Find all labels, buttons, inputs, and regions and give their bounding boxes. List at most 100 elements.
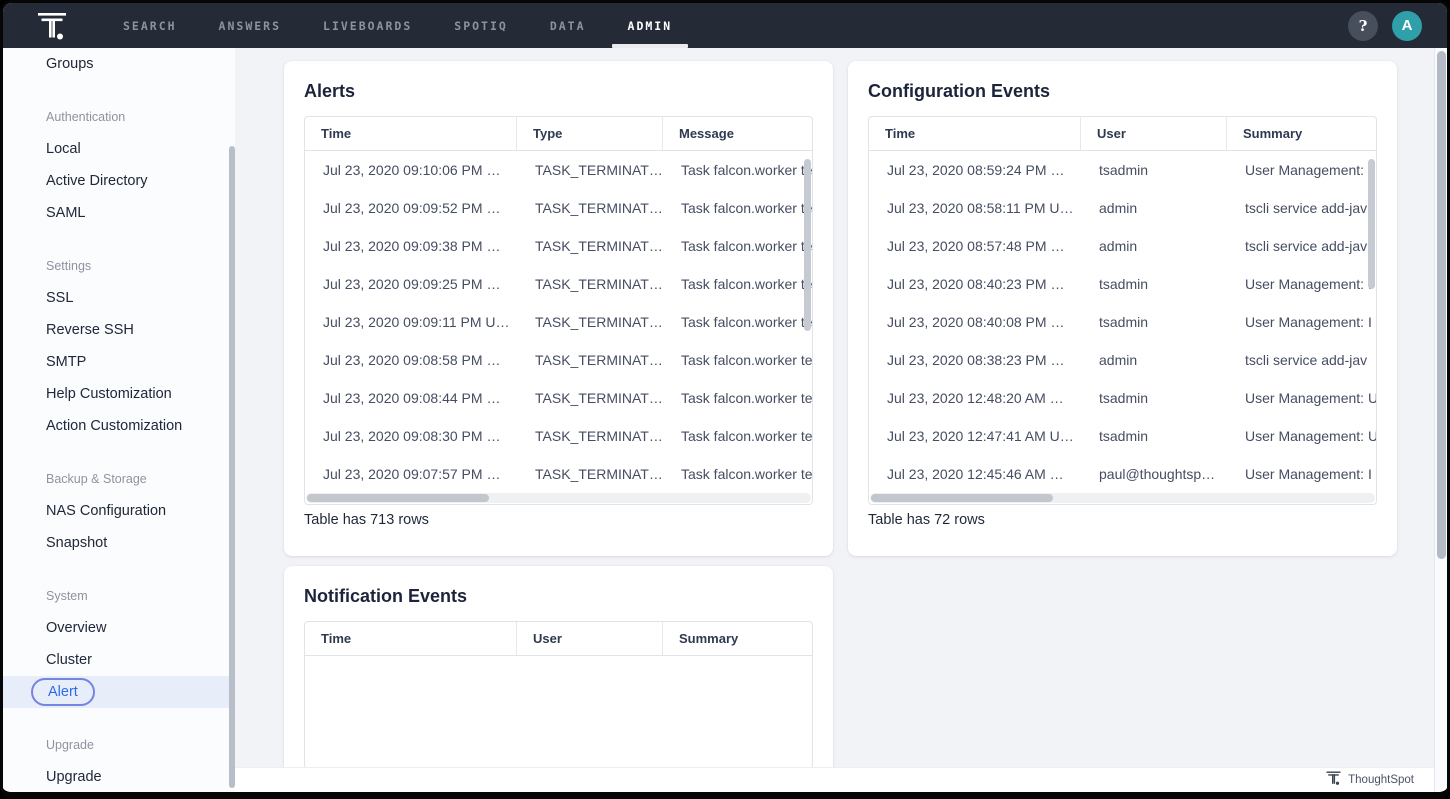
configuration-events-table-row: Jul 23, 2020 12:48:20 AM … tsadmin User … bbox=[869, 379, 1376, 417]
cell-time: Jul 23, 2020 08:40:08 PM … bbox=[869, 303, 1081, 341]
alerts-title: Alerts bbox=[304, 81, 833, 102]
cell-time: Jul 23, 2020 08:59:24 PM … bbox=[869, 151, 1081, 189]
cell-type: TASK_TERMINAT… bbox=[517, 417, 663, 455]
sidebar-item-active-directory[interactable]: Active Directory bbox=[3, 165, 235, 197]
sidebar-item-alert[interactable]: Alert bbox=[3, 676, 235, 708]
configuration-events-table-body: Jul 23, 2020 08:59:24 PM … tsadmin User … bbox=[869, 151, 1376, 493]
cell-time: Jul 23, 2020 08:38:23 PM … bbox=[869, 341, 1081, 379]
nav-tab-spotiq[interactable]: SPOTIQ bbox=[454, 3, 508, 48]
nav-tab-admin[interactable]: ADMIN bbox=[628, 3, 673, 48]
thoughtspot-logo-icon[interactable] bbox=[37, 10, 67, 42]
cell-summary: User Management: I bbox=[1227, 151, 1376, 189]
column-header-user: User bbox=[1081, 117, 1227, 150]
sidebar-item-alert-focus-ring: Alert bbox=[31, 678, 95, 706]
configuration-events-table: Time User Summary Jul 23, 2020 08:59:24 … bbox=[868, 116, 1377, 505]
nav-tab-liveboards[interactable]: LIVEBOARDS bbox=[323, 3, 412, 48]
help-button[interactable]: ? bbox=[1348, 11, 1378, 41]
sidebar-item-groups[interactable]: Groups bbox=[3, 48, 235, 80]
nav-tab-answers[interactable]: ANSWERS bbox=[219, 3, 281, 48]
sidebar-item-action-customization[interactable]: Action Customization bbox=[3, 410, 235, 442]
cell-type: TASK_TERMINAT… bbox=[517, 455, 663, 493]
cell-type: TASK_TERMINAT… bbox=[517, 151, 663, 189]
cell-message: Task falcon.worker te bbox=[663, 189, 812, 227]
cell-time: Jul 23, 2020 12:45:46 AM … bbox=[869, 455, 1081, 493]
alerts-table-row: Jul 23, 2020 09:10:06 PM … TASK_TERMINAT… bbox=[305, 151, 812, 189]
sidebar-section-settings: Settings bbox=[3, 250, 235, 282]
configuration-events-table-row: Jul 23, 2020 08:40:23 PM … tsadmin User … bbox=[869, 265, 1376, 303]
sidebar-item-ssl[interactable]: SSL bbox=[3, 282, 235, 314]
cell-summary: tscli service add-jav bbox=[1227, 189, 1376, 227]
cell-user: tsadmin bbox=[1081, 303, 1227, 341]
sidebar-item-smtp[interactable]: SMTP bbox=[3, 346, 235, 378]
cell-time: Jul 23, 2020 09:09:52 PM … bbox=[305, 189, 517, 227]
sidebar-item-upgrade[interactable]: Upgrade bbox=[3, 761, 235, 792]
configuration-events-table-row: Jul 23, 2020 08:59:24 PM … tsadmin User … bbox=[869, 151, 1376, 189]
alerts-table-row: Jul 23, 2020 09:08:30 PM … TASK_TERMINAT… bbox=[305, 417, 812, 455]
alerts-table: Time Type Message Jul 23, 2020 09:10:06 … bbox=[304, 116, 813, 505]
sidebar-item-local[interactable]: Local bbox=[3, 133, 235, 165]
alerts-table-row: Jul 23, 2020 09:08:44 PM … TASK_TERMINAT… bbox=[305, 379, 812, 417]
column-header-summary: Summary bbox=[663, 622, 812, 655]
cell-user: tsadmin bbox=[1081, 417, 1227, 455]
configuration-events-card: Configuration Events Time User Summary J… bbox=[848, 61, 1397, 556]
cell-time: Jul 23, 2020 12:47:41 AM U… bbox=[869, 417, 1081, 455]
configuration-events-table-row: Jul 23, 2020 08:40:08 PM … tsadmin User … bbox=[869, 303, 1376, 341]
nav-tab-search[interactable]: SEARCH bbox=[123, 3, 177, 48]
configuration-events-title: Configuration Events bbox=[868, 81, 1397, 102]
cell-summary: User Management: U bbox=[1227, 417, 1376, 455]
sidebar-section-authentication: Authentication bbox=[3, 101, 235, 133]
cell-time: Jul 23, 2020 08:58:11 PM U… bbox=[869, 189, 1081, 227]
configuration-events-horizontal-scrollbar[interactable] bbox=[871, 494, 1053, 502]
cell-summary: User Management: U bbox=[1227, 379, 1376, 417]
alerts-table-row: Jul 23, 2020 09:08:58 PM … TASK_TERMINAT… bbox=[305, 341, 812, 379]
alerts-table-body: Jul 23, 2020 09:10:06 PM … TASK_TERMINAT… bbox=[305, 151, 812, 493]
sidebar-item-reverse-ssh[interactable]: Reverse SSH bbox=[3, 314, 235, 346]
sidebar-item-cluster[interactable]: Cluster bbox=[3, 644, 235, 676]
notification-events-card: Notification Events Time User Summary bbox=[284, 566, 833, 792]
sidebar-item-nas-configuration[interactable]: NAS Configuration bbox=[3, 495, 235, 527]
alerts-table-row: Jul 23, 2020 09:09:38 PM … TASK_TERMINAT… bbox=[305, 227, 812, 265]
page-scrollbar-thumb[interactable] bbox=[1437, 51, 1446, 559]
sidebar-scrollbar[interactable] bbox=[229, 146, 235, 788]
cell-time: Jul 23, 2020 09:08:58 PM … bbox=[305, 341, 517, 379]
nav-tab-data[interactable]: DATA bbox=[550, 3, 586, 48]
sidebar-item-label: Alert bbox=[48, 684, 78, 700]
alerts-horizontal-scrollbar[interactable] bbox=[307, 494, 489, 502]
cell-message: Task falcon.worker te bbox=[663, 417, 812, 455]
notification-events-table: Time User Summary bbox=[304, 621, 813, 769]
cell-user: paul@thoughtsp… bbox=[1081, 455, 1227, 493]
configuration-events-table-row: Jul 23, 2020 08:38:23 PM … admin tscli s… bbox=[869, 341, 1376, 379]
cell-type: TASK_TERMINAT… bbox=[517, 227, 663, 265]
cell-time: Jul 23, 2020 09:07:57 PM … bbox=[305, 455, 517, 493]
sidebar-item-help-customization[interactable]: Help Customization bbox=[3, 378, 235, 410]
sidebar-item-saml[interactable]: SAML bbox=[3, 197, 235, 229]
top-navbar: SEARCH ANSWERS LIVEBOARDS SPOTIQ DATA AD… bbox=[3, 3, 1447, 48]
cell-message: Task falcon.worker te bbox=[663, 341, 812, 379]
cell-summary: User Management: I bbox=[1227, 265, 1376, 303]
configuration-events-vertical-scrollbar[interactable] bbox=[1368, 159, 1375, 289]
primary-nav: SEARCH ANSWERS LIVEBOARDS SPOTIQ DATA AD… bbox=[123, 3, 672, 48]
alerts-hscroll-track bbox=[306, 493, 811, 503]
user-avatar[interactable]: A bbox=[1392, 11, 1422, 41]
alerts-vertical-scrollbar[interactable] bbox=[804, 159, 811, 331]
column-header-time: Time bbox=[869, 117, 1081, 150]
sidebar-item-snapshot[interactable]: Snapshot bbox=[3, 527, 235, 559]
page-scrollbar-track bbox=[1434, 48, 1447, 792]
cell-message: Task falcon.worker te bbox=[663, 265, 812, 303]
main-content: Alerts Time Type Message Jul 23, 2020 09… bbox=[235, 48, 1434, 792]
admin-sidebar: Groups Authentication Local Active Direc… bbox=[3, 48, 235, 792]
cell-time: Jul 23, 2020 09:09:25 PM … bbox=[305, 265, 517, 303]
cell-time: Jul 23, 2020 09:09:11 PM U… bbox=[305, 303, 517, 341]
cell-time: Jul 23, 2020 09:08:30 PM … bbox=[305, 417, 517, 455]
alerts-table-row: Jul 23, 2020 09:09:11 PM U… TASK_TERMINA… bbox=[305, 303, 812, 341]
alerts-table-row: Jul 23, 2020 09:09:25 PM … TASK_TERMINAT… bbox=[305, 265, 812, 303]
cell-message: Task falcon.worker te bbox=[663, 379, 812, 417]
configuration-events-table-row: Jul 23, 2020 12:47:41 AM U… tsadmin User… bbox=[869, 417, 1376, 455]
sidebar-item-overview[interactable]: Overview bbox=[3, 612, 235, 644]
cell-time: Jul 23, 2020 09:10:06 PM … bbox=[305, 151, 517, 189]
cell-user: tsadmin bbox=[1081, 151, 1227, 189]
notification-events-table-body bbox=[305, 656, 812, 768]
cell-summary: User Management: I bbox=[1227, 303, 1376, 341]
column-header-message: Message bbox=[663, 117, 812, 150]
configuration-events-table-row: Jul 23, 2020 08:58:11 PM U… admin tscli … bbox=[869, 189, 1376, 227]
